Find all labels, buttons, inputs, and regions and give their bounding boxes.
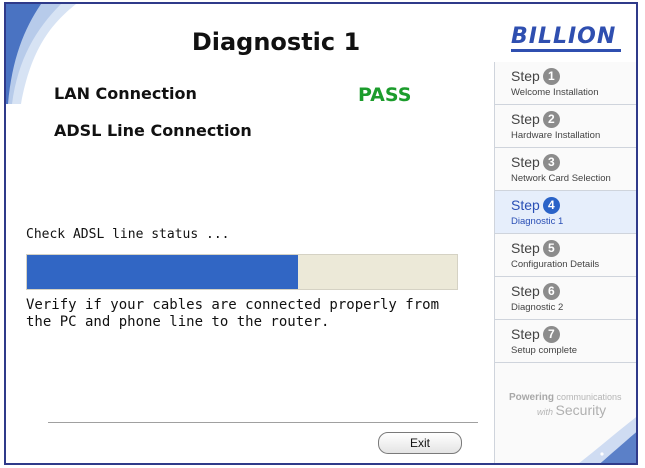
tagline-communications: communications [556,392,622,402]
step-word: Step [511,197,540,213]
step-4: Step 4 Diagnostic 1 [495,191,636,234]
step-name: Diagnostic 1 [511,216,564,227]
divider [48,422,478,423]
step-word: Step [511,240,540,256]
step-word: Step [511,326,540,342]
step-name: Configuration Details [511,259,600,270]
step-6: Step 6 Diagnostic 2 [495,277,636,320]
step-word: Step [511,154,540,170]
adsl-line-connection-label: ADSL Line Connection [54,121,252,140]
tagline-with: with [537,407,554,417]
progress-fill [27,255,298,289]
step-number-icon: 6 [542,282,560,300]
step-number-icon: 2 [542,110,560,128]
step-name: Diagnostic 2 [511,302,564,313]
verify-message: Verify if your cables are connected prop… [26,297,440,330]
wizard-window: Diagnostic 1 BILLION LAN Connection PASS… [4,2,638,465]
step-name: Welcome Installation [511,87,599,98]
step-name: Network Card Selection [511,173,611,184]
step-5: Step 5 Configuration Details [495,234,636,277]
step-number-icon: 4 [542,196,560,214]
billion-logo: BILLION [511,24,621,52]
step-number-icon: 7 [542,325,560,343]
step-word: Step [511,283,540,299]
step-word: Step [511,68,540,84]
step-name: Setup complete [511,345,578,356]
step-number-icon: 5 [542,239,560,257]
step-number-icon: 3 [542,153,560,171]
step-word: Step [511,111,540,127]
step-name: Hardware Installation [511,130,601,141]
lan-connection-label: LAN Connection [54,84,197,103]
exit-button[interactable]: Exit [378,432,462,454]
step-1: Step 1 Welcome Installation [495,62,636,105]
step-2: Step 2 Hardware Installation [495,105,636,148]
corner-decoration-bottom [579,417,636,463]
step-7: Step 7 Setup complete [495,320,636,363]
page-title: Diagnostic 1 [191,28,361,56]
step-number-icon: 1 [542,67,560,85]
lan-connection-result: PASS [358,84,412,106]
step-3: Step 3 Network Card Selection [495,148,636,191]
progress-bar [26,254,458,290]
status-text: Check ADSL line status ... [26,227,230,242]
